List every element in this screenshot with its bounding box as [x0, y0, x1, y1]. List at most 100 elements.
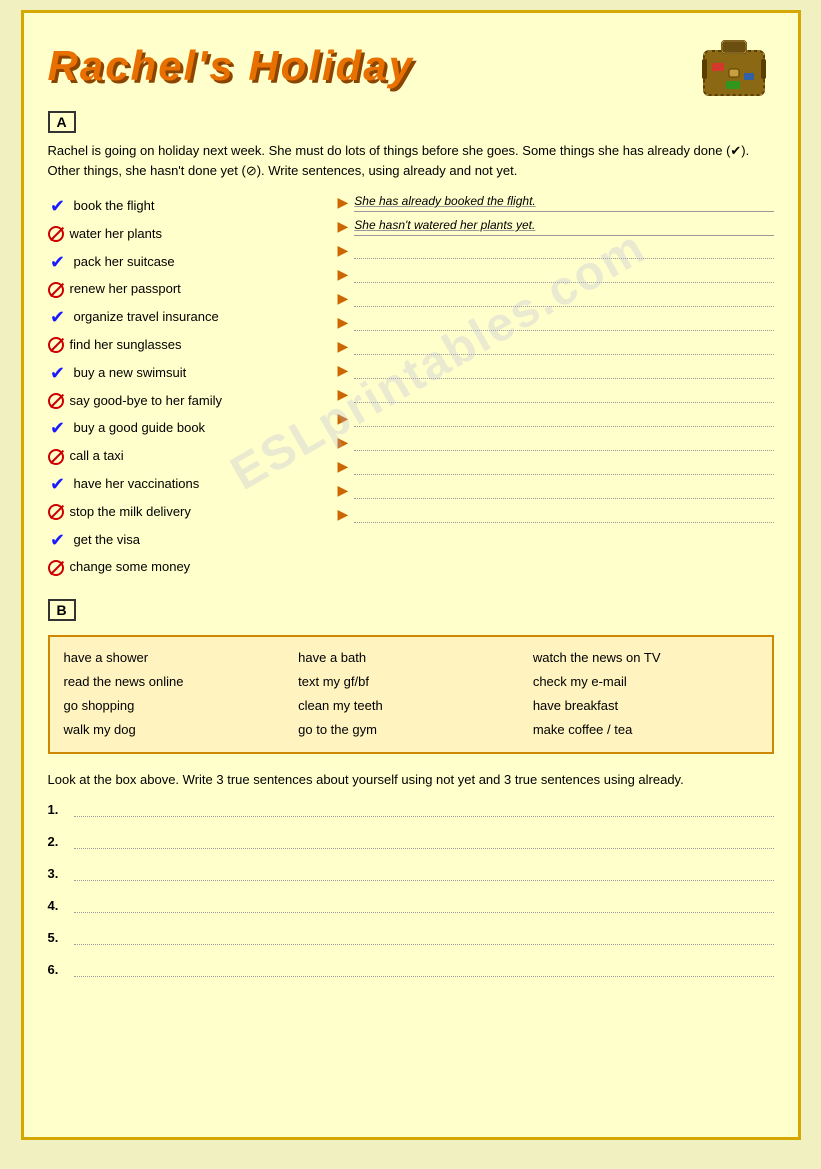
sentences-column: ▶ She has already booked the flight. ▶ She … [338, 192, 774, 581]
check-done-icon: ✔ [48, 526, 68, 555]
checklist-area: ✔book the flightwater her plants✔pack he… [48, 192, 774, 581]
checklist-item-label: change some money [70, 557, 191, 578]
checklist-item: call a taxi [48, 446, 328, 467]
section-b: B have a showerhave a bathwatch the news… [48, 599, 774, 753]
arrow-icon: ▶ [338, 218, 349, 235]
checklist-item: change some money [48, 557, 328, 578]
answer-blank [354, 289, 773, 307]
checklist-item-label: stop the milk delivery [70, 502, 191, 523]
answer-blank [354, 265, 773, 283]
checklist-item-label: buy a good guide book [74, 418, 206, 439]
sentence-row: ▶ [338, 456, 774, 476]
section-a: A Rachel is going on holiday next week. … [48, 111, 774, 581]
page-title: Rachel's Holiday [48, 42, 414, 90]
line-number: 6. [48, 962, 66, 977]
activity-item: watch the news on TV [533, 647, 758, 669]
sentence-row: ▶ [338, 408, 774, 428]
line-number: 3. [48, 866, 66, 881]
answer-blank [354, 481, 773, 499]
instructions-b: Look at the box above. Write 3 true sent… [48, 770, 774, 790]
example-sentence: She hasn't watered her plants yet. [354, 216, 773, 236]
checklist-item: water her plants [48, 224, 328, 245]
checklist-item-label: say good-bye to her family [70, 391, 222, 412]
checklist-item: ✔organize travel insurance [48, 303, 328, 332]
arrow-icon: ▶ [338, 386, 349, 403]
answer-blank [354, 457, 773, 475]
sentence-row: ▶ [338, 504, 774, 524]
check-not-icon [48, 449, 64, 465]
numbered-lines: 1. 2. 3. 4. 5. 6. [48, 799, 774, 977]
activity-item: walk my dog [64, 719, 289, 741]
arrow-icon: ▶ [338, 314, 349, 331]
answer-blank [354, 337, 773, 355]
activity-item: have breakfast [533, 695, 758, 717]
check-not-icon [48, 393, 64, 409]
arrow-icon: ▶ [338, 458, 349, 475]
check-not-icon [48, 282, 64, 298]
activity-item: go to the gym [298, 719, 523, 741]
check-done-icon: ✔ [48, 192, 68, 221]
checklist-item: ✔ buy a new swimsuit [48, 359, 328, 388]
numbered-line-row: 2. [48, 831, 774, 849]
sentence-row: ▶ [338, 264, 774, 284]
checklist-item: ✔buy a good guide book [48, 414, 328, 443]
check-done-icon: ✔ [48, 359, 68, 388]
answer-blank [354, 505, 773, 523]
line-number: 1. [48, 802, 66, 817]
sentence-row: ▶ [338, 312, 774, 332]
sentence-row: ▶ She has already booked the flight. [338, 192, 774, 212]
page: ESLprintables.com Rachel's Holiday A Rac… [21, 10, 801, 1140]
sentence-row: ▶ [338, 336, 774, 356]
checklist-item-label: call a taxi [70, 446, 124, 467]
sentence-row: ▶ [338, 240, 774, 260]
check-not-icon [48, 560, 64, 576]
checklist-item-label: buy a new swimsuit [74, 363, 187, 384]
line-number: 2. [48, 834, 66, 849]
numbered-line-row: 3. [48, 863, 774, 881]
checklist-column: ✔book the flightwater her plants✔pack he… [48, 192, 328, 581]
checklist-item-label: book the flight [74, 196, 155, 217]
section-a-label: A [48, 111, 76, 133]
check-not-icon [48, 504, 64, 520]
sentence-row: ▶ [338, 384, 774, 404]
arrow-icon: ▶ [338, 434, 349, 451]
sentence-row: ▶ [338, 480, 774, 500]
checklist-item-label: water her plants [70, 224, 163, 245]
answer-line [74, 863, 774, 881]
checklist-item-label: find her sunglasses [70, 335, 182, 356]
checklist-item-label: get the visa [74, 530, 141, 551]
activity-item: have a bath [298, 647, 523, 669]
checklist-item: ✔ have her vaccinations [48, 470, 328, 499]
activity-item: read the news online [64, 671, 289, 693]
sentence-row: ▶ [338, 288, 774, 308]
check-done-icon: ✔ [48, 248, 68, 277]
activities-grid: have a showerhave a bathwatch the news o… [64, 647, 758, 741]
activity-item: check my e-mail [533, 671, 758, 693]
checklist-item: find her sunglasses [48, 335, 328, 356]
line-number: 4. [48, 898, 66, 913]
check-not-icon [48, 337, 64, 353]
check-done-icon: ✔ [48, 470, 68, 499]
example-sentence: She has already booked the flight. [354, 192, 773, 212]
answer-line [74, 831, 774, 849]
numbered-line-row: 5. [48, 927, 774, 945]
answer-line [74, 959, 774, 977]
arrow-icon: ▶ [338, 290, 349, 307]
arrow-icon: ▶ [338, 338, 349, 355]
checklist-item: ✔ get the visa [48, 526, 328, 555]
numbered-line-row: 4. [48, 895, 774, 913]
checklist-item-label: have her vaccinations [74, 474, 200, 495]
arrow-icon: ▶ [338, 194, 349, 211]
numbered-line-row: 6. [48, 959, 774, 977]
checklist-item-label: pack her suitcase [74, 252, 175, 273]
checklist-item: ✔ book the flight [48, 192, 328, 221]
check-done-icon: ✔ [48, 303, 68, 332]
activity-item: clean my teeth [298, 695, 523, 717]
checklist-item: ✔ pack her suitcase [48, 248, 328, 277]
arrow-icon: ▶ [338, 362, 349, 379]
checklist-item-label: renew her passport [70, 279, 181, 300]
intro-text: Rachel is going on holiday next week. Sh… [48, 141, 774, 180]
checklist-item: say good-bye to her family [48, 391, 328, 412]
suitcase-icon [694, 31, 774, 101]
arrow-icon: ▶ [338, 242, 349, 259]
